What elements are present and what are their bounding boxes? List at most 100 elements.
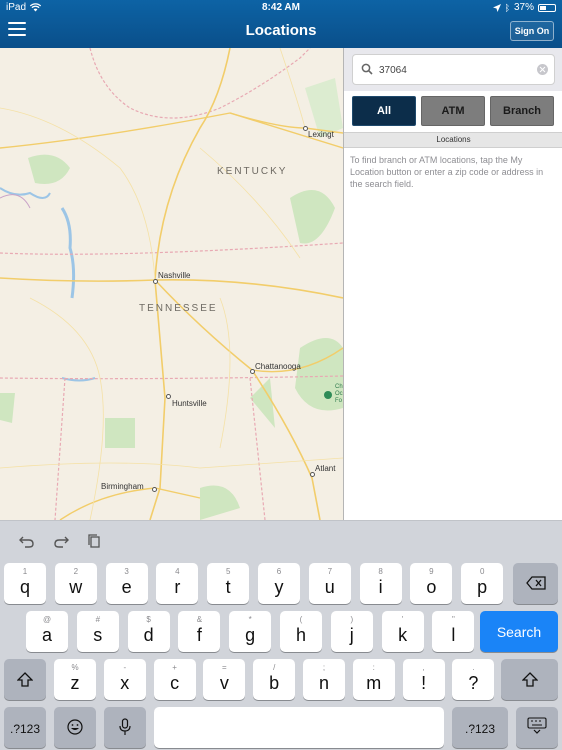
dictation-key[interactable] bbox=[104, 707, 146, 748]
numbers-key-left[interactable]: .?123 bbox=[4, 707, 46, 748]
keyboard-dismiss-icon bbox=[527, 717, 547, 734]
map-label-park: Ch Oc Fo bbox=[335, 384, 343, 404]
key-alt-label: 4 bbox=[175, 567, 180, 576]
hide-keyboard-key[interactable] bbox=[516, 707, 558, 748]
clear-icon[interactable] bbox=[537, 64, 548, 75]
key-i[interactable]: 8i bbox=[359, 563, 402, 604]
key-w[interactable]: 2w bbox=[54, 563, 97, 604]
key-m[interactable]: :m bbox=[352, 659, 395, 700]
key-e[interactable]: 3e bbox=[105, 563, 148, 604]
emoji-icon bbox=[67, 719, 83, 735]
key-label: f bbox=[196, 625, 202, 645]
key-alt-label: = bbox=[222, 663, 227, 672]
key-label: j bbox=[349, 625, 354, 645]
undo-icon[interactable] bbox=[18, 533, 36, 549]
keyboard-toolbar bbox=[0, 521, 562, 561]
key-b[interactable]: / b bbox=[253, 659, 296, 700]
key-label: n bbox=[318, 673, 329, 693]
key-label: ! bbox=[421, 673, 427, 693]
key-q[interactable]: 1q bbox=[4, 563, 46, 604]
key-alt-label: ) bbox=[350, 615, 354, 624]
key-label: ? bbox=[468, 673, 479, 693]
bluetooth-icon: ᛒ bbox=[504, 2, 510, 13]
map-label-atlanta: Atlant bbox=[315, 464, 336, 473]
space-key[interactable] bbox=[154, 707, 444, 748]
key-u[interactable]: 7u bbox=[308, 563, 351, 604]
key-alt-label: + bbox=[172, 663, 177, 672]
key-k[interactable]: ' k bbox=[381, 611, 424, 652]
key-alt-label: 3 bbox=[124, 567, 129, 576]
key-alt-label: 7 bbox=[327, 567, 333, 576]
emoji-key[interactable] bbox=[54, 707, 96, 748]
key-label: g bbox=[245, 625, 256, 645]
shift-key-left[interactable] bbox=[4, 659, 46, 700]
map-label-lexington: Lexingt bbox=[308, 130, 334, 139]
city-marker-birmingham bbox=[152, 487, 157, 492]
map-label-chattanooga: Chattanooga bbox=[255, 362, 301, 371]
map-label-birmingham: Birmingham bbox=[101, 482, 144, 491]
key-alt-label: # bbox=[95, 615, 101, 624]
top-bar: iPad 8:42 AM ᛒ 37% Locations Sign On bbox=[0, 0, 562, 48]
key-d[interactable]: $ d bbox=[127, 611, 170, 652]
key-alt-label: $ bbox=[146, 615, 151, 624]
search-box[interactable] bbox=[352, 54, 555, 85]
search-input[interactable] bbox=[379, 61, 534, 79]
key-label: b bbox=[269, 673, 280, 693]
key-p[interactable]: 0p bbox=[461, 563, 504, 604]
key-a[interactable]: @ a bbox=[26, 611, 68, 652]
key-sym8[interactable]: .? bbox=[452, 659, 495, 700]
filter-all-button[interactable]: All bbox=[352, 96, 416, 126]
filter-atm-button[interactable]: ATM bbox=[421, 96, 485, 126]
key-label: x bbox=[120, 673, 130, 693]
key-j[interactable]: ) j bbox=[330, 611, 373, 652]
key-alt-label: / bbox=[273, 663, 276, 672]
key-label: e bbox=[121, 577, 132, 597]
key-alt-label: 1 bbox=[22, 567, 28, 576]
locations-panel: All ATM Branch Locations To find branch … bbox=[343, 48, 562, 520]
key-s[interactable]: # s bbox=[76, 611, 119, 652]
key-label: a bbox=[41, 625, 52, 645]
key-h[interactable]: (h bbox=[280, 611, 322, 652]
key-alt-label: 0 bbox=[479, 567, 485, 576]
key-alt-label: . bbox=[472, 663, 475, 672]
key-f[interactable]: & f bbox=[178, 611, 221, 652]
info-text: To find branch or ATM locations, tap the… bbox=[350, 155, 544, 189]
key-label: y bbox=[274, 577, 284, 597]
key-y[interactable]: 6y bbox=[258, 563, 300, 604]
city-marker-huntsville bbox=[166, 394, 171, 399]
filter-branch-button[interactable]: Branch bbox=[490, 96, 554, 126]
key-r[interactable]: 4r bbox=[156, 563, 199, 604]
key-label: u bbox=[324, 577, 335, 597]
key-v[interactable]: = v bbox=[203, 659, 246, 700]
redo-icon[interactable] bbox=[52, 533, 70, 549]
key-alt-label: 8 bbox=[378, 567, 383, 576]
map-label-tennessee: TENNESSEE bbox=[139, 303, 218, 314]
key-c[interactable]: + c bbox=[153, 659, 196, 700]
key-t[interactable]: 5t bbox=[207, 563, 250, 604]
key-alt-label: - bbox=[123, 663, 127, 672]
key-o[interactable]: 9o bbox=[410, 563, 453, 604]
key-label: i bbox=[378, 577, 383, 597]
key-label: v bbox=[219, 673, 229, 693]
key-alt-label: ' bbox=[401, 615, 404, 624]
key-alt-label: " bbox=[451, 615, 455, 624]
search-key[interactable]: Search bbox=[480, 611, 558, 652]
key-alt-label: 2 bbox=[73, 567, 79, 576]
shift-icon bbox=[520, 672, 539, 687]
shift-key-right[interactable] bbox=[501, 659, 558, 700]
sign-on-button[interactable]: Sign On bbox=[510, 21, 554, 41]
map-view[interactable]: KENTUCKY TENNESSEE Lexingt Nashville Cha… bbox=[0, 48, 343, 520]
key-l[interactable]: " l bbox=[432, 611, 475, 652]
paste-icon[interactable] bbox=[86, 533, 104, 549]
numbers-key-right[interactable]: .?123 bbox=[452, 707, 508, 748]
key-x[interactable]: -x bbox=[103, 659, 146, 700]
backspace-key[interactable] bbox=[513, 563, 558, 604]
key-label: l bbox=[451, 625, 456, 645]
key-z[interactable]: % z bbox=[54, 659, 96, 700]
key-alt-label: % bbox=[71, 663, 79, 672]
key-n[interactable]: ; n bbox=[303, 659, 345, 700]
key-alt-label: & bbox=[196, 615, 203, 624]
key-sym7[interactable]: ,! bbox=[402, 659, 445, 700]
key-g[interactable]: * g bbox=[229, 611, 272, 652]
key-label: s bbox=[93, 625, 103, 645]
